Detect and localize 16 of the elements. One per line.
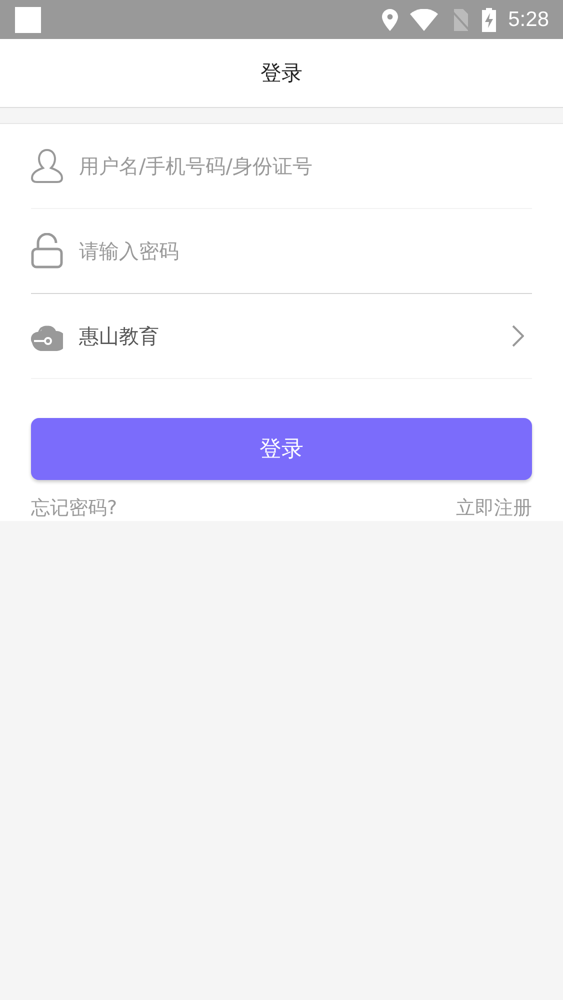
user-icon xyxy=(31,148,63,184)
clock-time: 5:28 xyxy=(508,8,549,32)
page-title: 登录 xyxy=(260,60,302,87)
register-link[interactable]: 立即注册 xyxy=(456,495,532,521)
wifi-icon xyxy=(410,8,438,30)
notification-icon xyxy=(15,6,41,32)
location-icon xyxy=(382,8,398,30)
school-selector[interactable]: 惠山教育 xyxy=(31,294,532,379)
chevron-right-icon xyxy=(512,325,524,347)
school-name: 惠山教育 xyxy=(79,322,160,350)
login-button[interactable]: 登录 xyxy=(31,418,532,480)
password-field[interactable]: 请输入密码 xyxy=(79,239,532,263)
padlock-icon xyxy=(31,233,63,269)
username-field[interactable]: 用户名/手机号码/身份证号 xyxy=(79,154,532,178)
battery-icon xyxy=(482,8,496,32)
forgot-password-link[interactable]: 忘记密码? xyxy=(31,495,118,521)
